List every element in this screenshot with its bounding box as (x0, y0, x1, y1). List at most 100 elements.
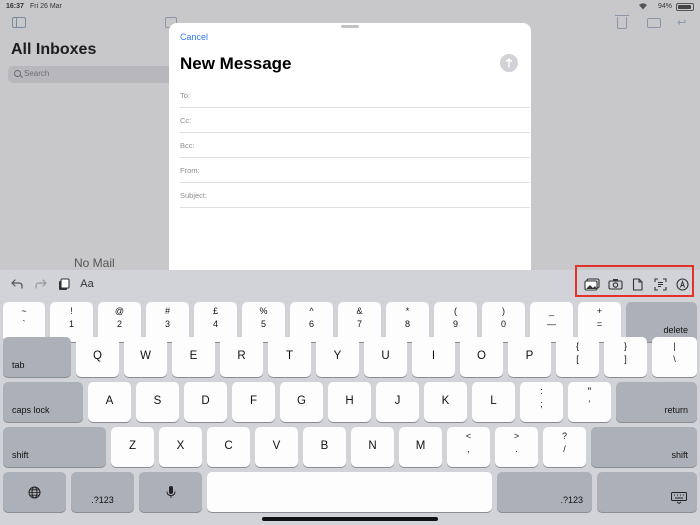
left-shift-key[interactable]: shift (3, 427, 106, 467)
key-w[interactable]: W (124, 337, 167, 377)
globe-icon (28, 486, 41, 498)
key-6[interactable]: ^ 6 (290, 302, 333, 342)
key-right-bracket[interactable]: }] (604, 337, 647, 377)
search-field[interactable]: Search (8, 66, 174, 83)
compose-title: New Message (180, 54, 292, 73)
subject-field[interactable]: Subject: (180, 183, 530, 208)
key-v[interactable]: V (255, 427, 298, 467)
caps-lock-key[interactable]: caps lock (3, 382, 83, 422)
hide-keyboard-key[interactable] (597, 472, 697, 512)
key-i[interactable]: I (412, 337, 455, 377)
bcc-field[interactable]: Bcc: (180, 133, 530, 158)
cc-field[interactable]: Cc: (180, 108, 530, 133)
key-equals[interactable]: + = (578, 302, 621, 342)
folder-icon[interactable] (647, 18, 661, 28)
clipboard-icon (59, 277, 70, 290)
key-b[interactable]: B (303, 427, 346, 467)
key-c[interactable]: C (207, 427, 250, 467)
key-7[interactable]: & 7 (338, 302, 381, 342)
key-m[interactable]: M (399, 427, 442, 467)
camera-button[interactable] (606, 276, 624, 292)
key-semicolon[interactable]: :; (520, 382, 563, 422)
key-f[interactable]: F (232, 382, 275, 422)
cancel-button[interactable]: Cancel (180, 32, 208, 42)
mailbox-title: All Inboxes (11, 41, 97, 58)
key-u[interactable]: U (364, 337, 407, 377)
key-s[interactable]: S (136, 382, 179, 422)
key-x[interactable]: X (159, 427, 202, 467)
to-input[interactable] (212, 87, 512, 103)
trash-icon[interactable] (615, 15, 629, 29)
key-1[interactable]: ! 1 (50, 302, 93, 342)
bcc-label: Bcc: (180, 141, 195, 150)
key-backtick[interactable]: ~ ` (3, 302, 45, 342)
numbers-key-right[interactable]: .?123 (497, 472, 592, 512)
camera-icon (607, 279, 623, 290)
paste-button[interactable] (56, 276, 72, 292)
battery-icon (676, 3, 694, 11)
key-e[interactable]: E (172, 337, 215, 377)
subject-input[interactable] (212, 187, 512, 203)
key-p[interactable]: P (508, 337, 551, 377)
numbers-key-left[interactable]: .?123 (71, 472, 134, 512)
status-date: Fri 26 Mar (30, 3, 62, 10)
photo-library-button[interactable] (583, 276, 601, 292)
key-backslash[interactable]: | \ (652, 337, 697, 377)
key-k[interactable]: K (424, 382, 467, 422)
key-q[interactable]: Q (76, 337, 119, 377)
key-j[interactable]: J (376, 382, 419, 422)
key-a[interactable]: A (88, 382, 131, 422)
reply-icon[interactable]: ↩ (677, 17, 689, 29)
key-8[interactable]: * 8 (386, 302, 429, 342)
cc-input[interactable] (212, 112, 512, 128)
right-shift-key[interactable]: shift (591, 427, 697, 467)
cc-label: Cc: (180, 116, 192, 125)
sidebar-toggle-icon[interactable] (12, 17, 26, 28)
key-period[interactable]: >. (495, 427, 538, 467)
tab-key[interactable]: tab (3, 337, 71, 377)
key-5[interactable]: % 5 (242, 302, 285, 342)
bcc-input[interactable] (212, 137, 512, 153)
space-bar[interactable] (207, 472, 492, 512)
scan-document-button[interactable] (651, 276, 669, 292)
undo-icon (11, 279, 23, 289)
status-time: 16:37 (6, 3, 24, 10)
key-d[interactable]: D (184, 382, 227, 422)
send-button[interactable] (500, 54, 518, 72)
sheet-grabber[interactable] (341, 25, 359, 28)
key-h[interactable]: H (328, 382, 371, 422)
key-l[interactable]: L (472, 382, 515, 422)
markup-button[interactable] (674, 276, 690, 292)
key-4[interactable]: £4 (194, 302, 237, 342)
from-input[interactable] (212, 162, 512, 178)
key-quote[interactable]: ”’ (568, 382, 611, 422)
globe-key[interactable] (3, 472, 66, 512)
dictation-key[interactable] (139, 472, 202, 512)
key-2[interactable]: @2 (98, 302, 141, 342)
from-field[interactable]: From: (180, 158, 530, 183)
to-field[interactable]: To: (180, 83, 530, 108)
key-t[interactable]: T (268, 337, 311, 377)
key-n[interactable]: N (351, 427, 394, 467)
return-key[interactable]: return (616, 382, 697, 422)
document-button[interactable] (629, 276, 645, 292)
key-slash[interactable]: ? / (543, 427, 586, 467)
key-z[interactable]: Z (111, 427, 154, 467)
onscreen-keyboard: Aa ~ ` ! 1 @2 #3 £4 % 5 ^ 6 & 7 * 8 (9 ) 0 _ — +… (0, 270, 700, 525)
key-3[interactable]: #3 (146, 302, 189, 342)
key-y[interactable]: Y (316, 337, 359, 377)
key-minus[interactable]: _ — (530, 302, 573, 342)
key-left-bracket[interactable]: {[ (556, 337, 599, 377)
key-9[interactable]: (9 (434, 302, 477, 342)
delete-key[interactable]: delete (626, 302, 697, 342)
key-comma[interactable]: <, (447, 427, 490, 467)
undo-button[interactable] (9, 276, 25, 292)
key-r[interactable]: R (220, 337, 263, 377)
home-indicator[interactable] (262, 517, 438, 521)
format-button[interactable]: Aa (76, 276, 98, 292)
empty-state-text: No Mail (74, 256, 115, 270)
redo-button[interactable] (33, 276, 49, 292)
key-g[interactable]: G (280, 382, 323, 422)
key-o[interactable]: O (460, 337, 503, 377)
key-0[interactable]: ) 0 (482, 302, 525, 342)
